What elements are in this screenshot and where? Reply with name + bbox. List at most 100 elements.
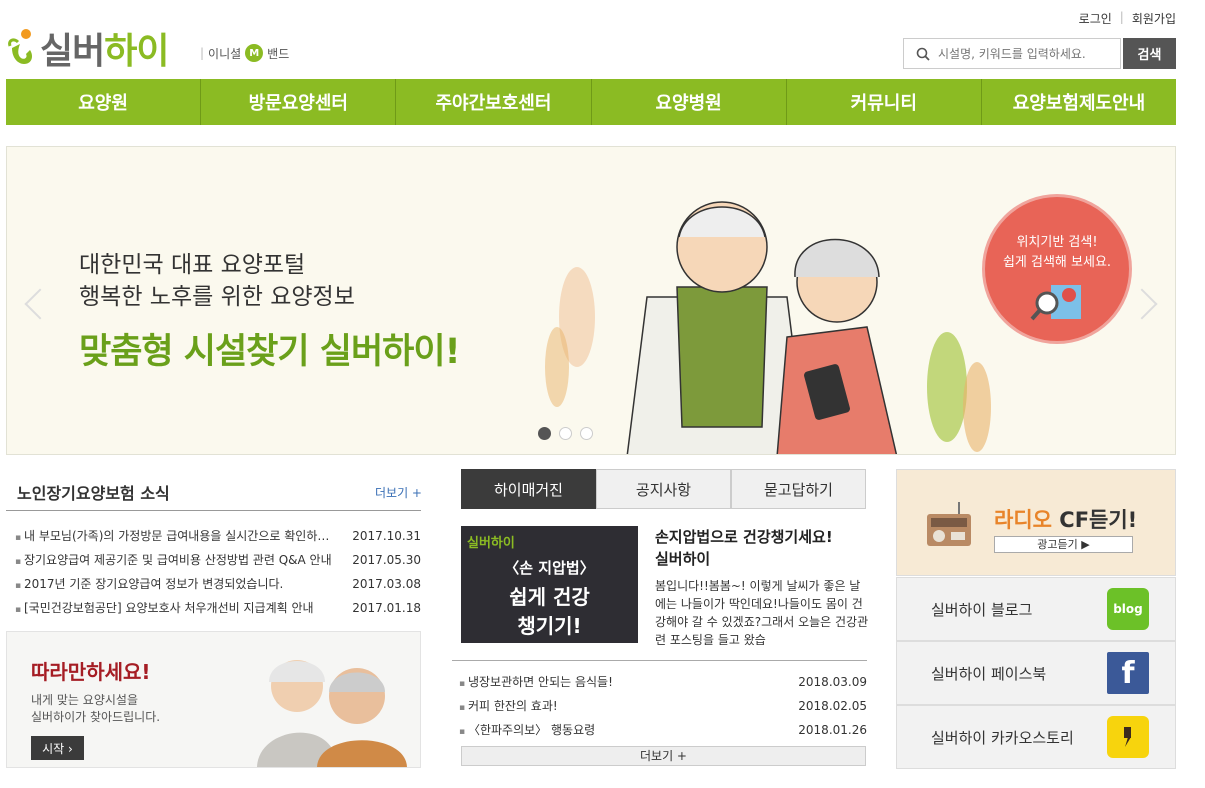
initial-m-band[interactable]: | 이니셜 M 밴드	[200, 44, 289, 62]
radio-title: 라디오 CF듣기!	[994, 504, 1137, 534]
list-item[interactable]: [국민건강보험공단] 요양보호사 처우개선비 지급계획 안내 2017.01.18	[15, 598, 421, 622]
logo-text-accent: 하이	[104, 31, 169, 72]
news-date: 2017.01.18	[352, 601, 421, 615]
banner-dot-2[interactable]	[559, 427, 572, 440]
banner-line-1: 대한민국 대표 요양포털	[79, 252, 306, 278]
banner-headline: 맞춤형 시설찾기 실버하이!	[79, 332, 461, 372]
blog-link[interactable]: 실버하이 블로그 blog	[896, 577, 1176, 641]
list-item[interactable]: 〈한파주의보〉 행동요령 2018.01.26	[459, 720, 867, 744]
kakaostory-link[interactable]: 실버하이 카카오스토리	[896, 705, 1176, 769]
news-section-title: 노인장기요양보험 소식	[17, 484, 170, 503]
list-item[interactable]: 내 부모님(가족)의 가정방문 급여내용을 실시간으로 확인하세요 2017.10…	[15, 526, 421, 550]
banner-subtitle: 대한민국 대표 요양포털 행복한 노후를 위한 요양정보	[79, 249, 355, 313]
tab-hi-magazine[interactable]: 하이매거진	[461, 469, 596, 509]
list-item[interactable]: 장기요양급여 제공기준 및 급여비용 산정방법 관련 Q&A 안내 2017.05…	[15, 550, 421, 574]
list-item[interactable]: 냉장보관하면 안되는 음식들! 2018.03.09	[459, 672, 867, 696]
nav-item-day-care[interactable]: 주야간보호센터	[396, 79, 592, 125]
elderly-couple-photo	[257, 660, 407, 767]
location-search-bubble[interactable]: 위치기반 검색! 쉽게 검색해 보세요.	[982, 194, 1132, 344]
banner-line-2: 행복한 노후를 위한 요양정보	[79, 284, 355, 310]
banner-prev-arrow[interactable]	[24, 288, 56, 320]
banner-pagination	[538, 427, 593, 440]
follow-line-2: 실버하이가 찾아드립니다.	[31, 710, 161, 724]
blog-label: 실버하이 블로그	[931, 600, 1033, 619]
news-date: 2017.03.08	[352, 577, 421, 591]
divider: |	[1119, 10, 1124, 24]
facebook-label: 실버하이 페이스북	[931, 664, 1047, 683]
divider	[452, 660, 867, 661]
article-title: 〈한파주의보〉 행동요령	[459, 720, 759, 744]
kakaostory-icon	[1107, 716, 1149, 758]
login-link[interactable]: 로그인	[1079, 10, 1112, 27]
nav-item-hospital[interactable]: 요양병원	[592, 79, 787, 125]
band-m-badge: M	[245, 44, 264, 62]
facebook-icon: f	[1107, 652, 1149, 694]
article-title: 냉장보관하면 안되는 음식들!	[459, 672, 759, 696]
top-links: 로그인 | 회원가입	[1079, 10, 1176, 27]
follow-line-1: 내게 맞는 요양시설을	[31, 693, 138, 707]
banner-next-arrow[interactable]	[1126, 288, 1158, 320]
tab-notice[interactable]: 공지사항	[596, 469, 731, 509]
kakaostory-glyph	[1124, 727, 1131, 747]
thumbnail-line-3: 챙기기!	[517, 614, 582, 638]
logo-icon	[8, 29, 32, 64]
thumbnail-line-1: 〈손 지압법〉	[504, 559, 595, 577]
news-title: 내 부모님(가족)의 가정방문 급여내용을 실시간으로 확인하세요	[15, 526, 333, 550]
thumbnail-text: 〈손 지압법〉 쉽게 건강 챙기기!	[461, 554, 638, 641]
news-title: [국민건강보험공단] 요양보호사 처우개선비 지급계획 안내	[15, 598, 333, 622]
thumbnail-logo: 실버하이	[467, 536, 515, 551]
band-text-1: 이니셜	[208, 46, 242, 61]
bubble-line-1: 위치기반 검색!	[1016, 235, 1098, 250]
blog-icon: blog	[1107, 588, 1149, 630]
news-date: 2017.05.30	[352, 553, 421, 567]
map-search-icon	[1030, 285, 1081, 321]
nav-item-home-care[interactable]: 방문요양센터	[201, 79, 397, 125]
news-date: 2017.10.31	[352, 529, 421, 543]
list-item[interactable]: 커피 한잔의 효과! 2018.02.05	[459, 696, 867, 720]
divider: |	[200, 46, 205, 60]
magazine-more-button[interactable]: 더보기 +	[461, 746, 866, 766]
banner-dot-3[interactable]	[580, 427, 593, 440]
magazine-thumbnail[interactable]: 실버하이 〈손 지압법〉 쉽게 건강 챙기기!	[461, 526, 638, 643]
news-more-link[interactable]: 더보기 +	[375, 484, 422, 501]
hero-banner[interactable]: 대한민국 대표 요양포털 행복한 노후를 위한 요양정보 맞춤형 시설찾기 실버…	[6, 146, 1176, 455]
magazine-headline-1: 손지압법으로 건강챙기세요!	[655, 528, 833, 546]
radio-title-rest: CF듣기!	[1051, 508, 1138, 532]
article-date: 2018.03.09	[798, 675, 867, 689]
thumbnail-line-2: 쉽게 건강	[509, 585, 590, 609]
divider	[6, 510, 421, 511]
main-nav: 요양원 방문요양센터 주야간보호센터 요양병원 커뮤니티 요양보험제도안내	[6, 79, 1176, 125]
follow-description: 내게 맞는 요양시설을 실버하이가 찾아드립니다.	[31, 692, 160, 726]
radio-icon	[927, 502, 971, 546]
nav-item-community[interactable]: 커뮤니티	[787, 79, 982, 125]
news-list: 내 부모님(가족)의 가정방문 급여내용을 실시간으로 확인하세요 2017.10…	[15, 526, 421, 622]
magazine-excerpt: 봄입니다!!봄봄~! 이렇게 날씨가 좋은 날에는 나들이가 딱인데요!나들이도…	[655, 579, 869, 647]
nav-item-nursing-home[interactable]: 요양원	[6, 79, 202, 125]
magazine-list: 냉장보관하면 안되는 음식들! 2018.03.09 커피 한잔의 효과! 2018…	[459, 672, 867, 744]
news-title: 장기요양급여 제공기준 및 급여비용 산정방법 관련 Q&A 안내	[15, 550, 333, 574]
facebook-link[interactable]: 실버하이 페이스북 f	[896, 641, 1176, 705]
list-item[interactable]: 2017년 기준 장기요양급여 정보가 변경되었습니다. 2017.03.08	[15, 574, 421, 598]
search-input[interactable]	[938, 46, 1118, 61]
start-button[interactable]: 시작 ›	[31, 736, 84, 760]
search-button[interactable]: 검색	[1123, 38, 1176, 69]
logo-text: 실버하이	[40, 22, 170, 74]
news-title: 2017년 기준 장기요양급여 정보가 변경되었습니다.	[15, 574, 333, 598]
logo[interactable]: 실버하이	[6, 22, 170, 74]
article-date: 2018.02.05	[798, 699, 867, 713]
bubble-line-2: 쉽게 검색해 보세요.	[1002, 255, 1112, 270]
tab-qna[interactable]: 묻고답하기	[731, 469, 866, 509]
radio-cf-box: 라디오 CF듣기! 광고듣기 ▶	[896, 469, 1176, 576]
follow-title: 따라만하세요!	[31, 660, 151, 684]
magazine-tabs: 하이매거진 공지사항 묻고답하기	[461, 469, 866, 509]
banner-dot-1[interactable]	[538, 427, 551, 440]
kakaostory-label: 실버하이 카카오스토리	[931, 728, 1074, 747]
magazine-headline[interactable]: 손지압법으로 건강챙기세요! 실버하이	[655, 526, 833, 570]
signup-link[interactable]: 회원가입	[1132, 10, 1176, 27]
listen-ad-button[interactable]: 광고듣기 ▶	[994, 536, 1133, 553]
nav-item-insurance-guide[interactable]: 요양보험제도안내	[982, 79, 1176, 125]
follow-promo-box: 따라만하세요! 내게 맞는 요양시설을 실버하이가 찾아드립니다. 시작 ›	[6, 631, 421, 768]
magazine-headline-2: 실버하이	[655, 550, 711, 568]
radio-title-accent: 라디오	[994, 508, 1052, 532]
band-text-2: 밴드	[267, 46, 290, 61]
